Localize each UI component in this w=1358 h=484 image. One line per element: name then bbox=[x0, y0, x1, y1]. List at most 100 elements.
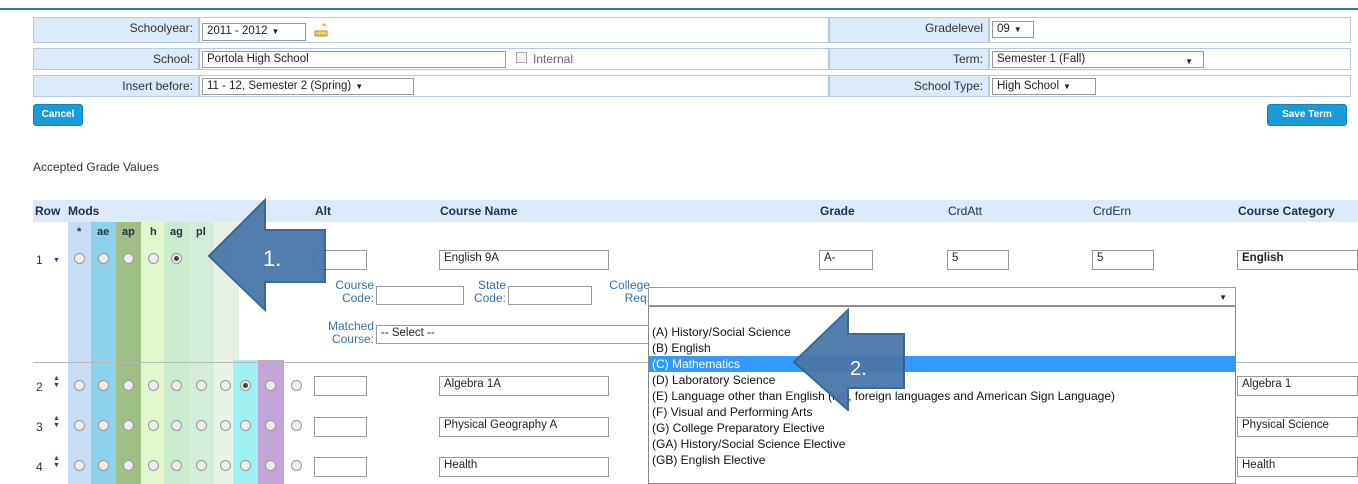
matched-course-select[interactable]: -- Select -- bbox=[376, 325, 650, 344]
alt-input[interactable] bbox=[314, 376, 367, 396]
mod-radio[interactable] bbox=[123, 420, 134, 431]
alt-input[interactable] bbox=[314, 417, 367, 437]
course-name-value: Algebra 1A bbox=[444, 378, 501, 390]
mod-radio[interactable] bbox=[123, 380, 134, 391]
dropdown-option[interactable]: (A) History/Social Science bbox=[649, 324, 1235, 340]
mod-radio[interactable] bbox=[291, 460, 302, 471]
mod-radio-ag[interactable] bbox=[171, 253, 182, 264]
cancel-button[interactable]: Cancel bbox=[33, 104, 83, 126]
section-title: Accepted Grade Values bbox=[33, 160, 159, 174]
college-req-label-line2: Req: bbox=[624, 291, 650, 305]
dropdown-option-selected[interactable]: (C) Mathematics bbox=[649, 356, 1235, 372]
course-code-input[interactable] bbox=[376, 286, 464, 305]
college-req-select[interactable]: ▼ bbox=[648, 287, 1236, 306]
mod-radio-ap[interactable] bbox=[123, 253, 134, 264]
course-name-value: English 9A bbox=[444, 252, 499, 264]
mod-radio[interactable] bbox=[220, 420, 231, 431]
school-value: Portola High School bbox=[207, 53, 309, 65]
move-arrows-icon[interactable]: ▲ ▼ bbox=[53, 375, 60, 389]
mod-radio[interactable] bbox=[220, 460, 231, 471]
mod-radio[interactable] bbox=[74, 460, 85, 471]
mod-radio[interactable] bbox=[98, 420, 109, 431]
chevron-down-icon: ▼ bbox=[355, 82, 364, 91]
mod-radio[interactable] bbox=[291, 380, 302, 391]
mod-radio[interactable] bbox=[240, 380, 251, 391]
mod-radio[interactable] bbox=[265, 460, 276, 471]
grade-input[interactable]: A- bbox=[819, 250, 873, 270]
course-category-value: Physical Science bbox=[1242, 419, 1329, 431]
mod-radio[interactable] bbox=[265, 420, 276, 431]
mod-radio[interactable] bbox=[220, 380, 231, 391]
mod-header-star: * bbox=[77, 226, 82, 238]
mod-radio[interactable] bbox=[240, 420, 251, 431]
school-input[interactable]: Portola High School bbox=[202, 51, 506, 68]
course-name-input[interactable]: Physical Geography A bbox=[439, 417, 609, 437]
mod-radio[interactable] bbox=[171, 420, 182, 431]
save-term-button[interactable]: Save Term bbox=[1267, 104, 1347, 126]
course-name-value: Health bbox=[444, 459, 478, 471]
move-arrows-icon[interactable]: ▲ ▼ bbox=[53, 415, 60, 429]
alt-input[interactable] bbox=[314, 457, 367, 477]
internal-checkbox[interactable] bbox=[516, 52, 527, 63]
college-req-dropdown[interactable]: (A) History/Social Science (B) English (… bbox=[648, 306, 1236, 484]
mod-radio[interactable] bbox=[148, 380, 159, 391]
mod-radio[interactable] bbox=[74, 420, 85, 431]
copy-icon[interactable] bbox=[313, 22, 331, 38]
mod-radio[interactable] bbox=[265, 380, 276, 391]
mod-radio-ae[interactable] bbox=[98, 253, 109, 264]
mod-radio[interactable] bbox=[171, 380, 182, 391]
mod-radio[interactable] bbox=[123, 460, 134, 471]
dropdown-option[interactable]: (GB) English Elective bbox=[649, 452, 1235, 468]
mod-radio[interactable] bbox=[98, 460, 109, 471]
course-category-input[interactable]: Algebra 1 bbox=[1237, 376, 1358, 396]
row-number: 4 bbox=[36, 460, 43, 474]
mod-radio[interactable] bbox=[196, 420, 207, 431]
school-type-label-cell: School Type: bbox=[829, 75, 989, 97]
course-category-value: Algebra 1 bbox=[1242, 378, 1292, 390]
dropdown-option[interactable]: (G) College Preparatory Elective bbox=[649, 420, 1235, 436]
move-down-icon[interactable]: ▼ bbox=[53, 257, 60, 264]
dropdown-option[interactable]: (F) Visual and Performing Arts bbox=[649, 404, 1235, 420]
course-name-value: Physical Geography A bbox=[444, 419, 558, 431]
mod-radio[interactable] bbox=[196, 380, 207, 391]
mod-radio[interactable] bbox=[148, 460, 159, 471]
state-code-label: State Code: bbox=[458, 279, 506, 305]
column-header-row: Row bbox=[35, 204, 61, 218]
course-category-input[interactable]: English bbox=[1237, 250, 1358, 270]
mod-radio[interactable] bbox=[291, 420, 302, 431]
course-name-input[interactable]: Algebra 1A bbox=[439, 376, 609, 396]
dropdown-option[interactable]: (B) English bbox=[649, 340, 1235, 356]
schoolyear-select[interactable]: 2011 - 2012 ▼ bbox=[202, 23, 306, 41]
move-arrows-icon[interactable]: ▲ ▼ bbox=[53, 455, 60, 469]
school-type-select[interactable]: High School ▼ bbox=[992, 78, 1096, 95]
state-code-input[interactable] bbox=[508, 286, 592, 305]
insert-before-value: 11 - 12, Semester 2 (Spring) bbox=[207, 80, 352, 92]
mod-radio-star[interactable] bbox=[74, 253, 85, 264]
insert-before-select[interactable]: 11 - 12, Semester 2 (Spring) ▼ bbox=[202, 78, 414, 95]
mod-radio[interactable] bbox=[196, 460, 207, 471]
crdatt-input[interactable]: 5 bbox=[947, 250, 1009, 270]
course-name-input[interactable]: Health bbox=[439, 457, 609, 477]
course-category-input[interactable]: Health bbox=[1237, 457, 1358, 477]
course-category-input[interactable]: Physical Science bbox=[1237, 417, 1358, 437]
course-category-value: Health bbox=[1242, 459, 1276, 471]
gradelevel-label: Gradelevel bbox=[924, 21, 983, 35]
row-number: 2 bbox=[36, 380, 43, 394]
dropdown-option[interactable]: (E) Language other than English (i.e., f… bbox=[649, 388, 1235, 404]
mod-radio[interactable] bbox=[74, 380, 85, 391]
mod-radio[interactable] bbox=[148, 420, 159, 431]
mod-radio[interactable] bbox=[171, 460, 182, 471]
mod-radio-h[interactable] bbox=[148, 253, 159, 264]
dropdown-option[interactable]: (D) Laboratory Science bbox=[649, 372, 1235, 388]
gradelevel-select[interactable]: 09 ▼ bbox=[992, 21, 1034, 38]
crdern-input[interactable]: 5 bbox=[1092, 250, 1154, 270]
term-select[interactable]: Semester 1 (Fall) ▼ bbox=[992, 51, 1204, 68]
gradelevel-label-cell: Gradelevel bbox=[829, 17, 989, 43]
school-label: School: bbox=[152, 52, 193, 66]
matched-course-value: -- Select -- bbox=[381, 327, 435, 339]
course-name-input[interactable]: English 9A bbox=[439, 250, 609, 270]
mod-radio[interactable] bbox=[240, 460, 251, 471]
dropdown-option[interactable]: (GA) History/Social Science Elective bbox=[649, 436, 1235, 452]
dropdown-blank-option[interactable] bbox=[649, 307, 1235, 324]
mod-radio[interactable] bbox=[98, 380, 109, 391]
